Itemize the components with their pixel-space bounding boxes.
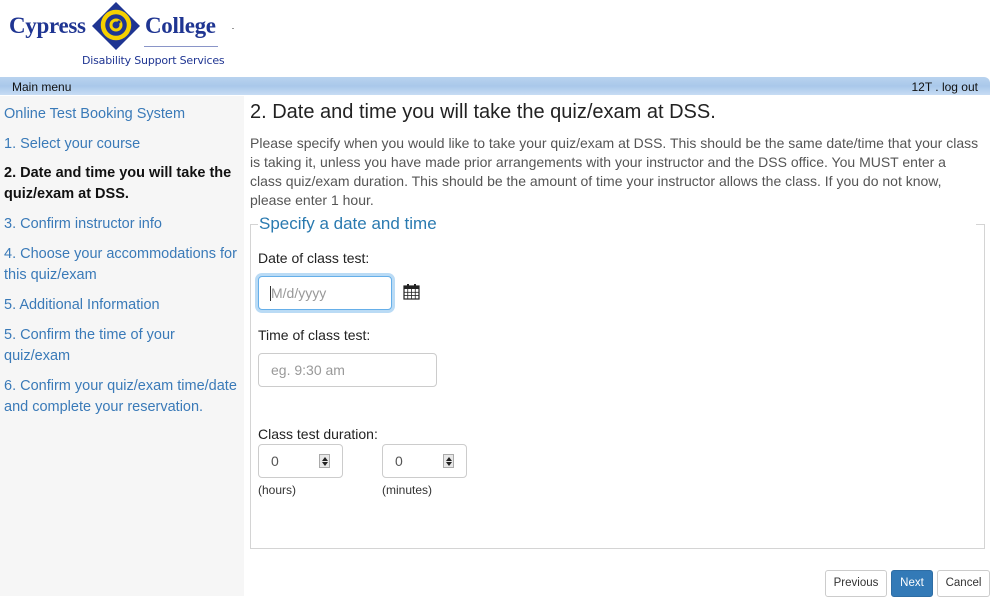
logo-word-cypress: Cypress <box>9 13 86 38</box>
logo-subtitle: Disability Support Services <box>82 54 225 67</box>
logo-divider <box>144 46 218 47</box>
fieldset-border <box>976 224 985 225</box>
cancel-button[interactable]: Cancel <box>937 570 990 597</box>
previous-button[interactable]: Previous <box>825 570 887 597</box>
hours-unit-label: (hours) <box>258 483 297 497</box>
sidebar-item-confirm-instructor[interactable]: 3. Confirm instructor info <box>4 214 240 235</box>
sidebar-item-accommodations[interactable]: 4. Choose your accommodations for this q… <box>4 244 240 286</box>
sidebar-nav: Online Test Booking System 1. Select you… <box>0 96 244 596</box>
fieldset-legend: Specify a date and time <box>258 214 438 234</box>
date-input[interactable]: M/d/yyyy <box>258 276 392 310</box>
sidebar-item-confirm-time[interactable]: 5. Confirm the time of your quiz/exam <box>4 325 240 367</box>
calendar-icon[interactable] <box>403 283 420 300</box>
date-input-placeholder: M/d/yyyy <box>271 285 327 301</box>
time-label: Time of class test: <box>258 327 371 343</box>
main-menu-link[interactable]: Main menu <box>12 80 71 94</box>
duration-minutes-value: 0 <box>395 453 403 469</box>
time-input[interactable]: eg. 9:30 am <box>258 353 437 387</box>
user-logout-link[interactable]: 12T . log out <box>912 80 979 94</box>
instructions-text: Please specify when you would like to ta… <box>250 135 979 208</box>
minutes-spinner-icon[interactable] <box>443 454 454 468</box>
duration-hours-input[interactable]: 0 <box>258 444 343 478</box>
college-logo: Cypress College Disability Support Servi… <box>8 0 238 72</box>
college-emblem-icon <box>92 2 140 50</box>
sidebar-item-select-course[interactable]: 1. Select your course <box>4 134 240 155</box>
sidebar-item-additional-info[interactable]: 5. Additional Information <box>4 295 240 316</box>
next-button[interactable]: Next <box>891 570 933 597</box>
menu-bar: Main menu 12T . log out <box>0 77 990 95</box>
duration-hours-value: 0 <box>271 453 279 469</box>
duration-label: Class test duration: <box>258 426 378 442</box>
hours-spinner-icon[interactable] <box>319 454 330 468</box>
fieldset-border <box>250 224 258 225</box>
date-label: Date of class test: <box>258 250 370 266</box>
decorative-dot <box>232 28 234 29</box>
page-header: Cypress College Disability Support Servi… <box>0 0 992 76</box>
logo-word-college: College <box>145 13 216 38</box>
page-title: 2. Date and time you will take the quiz/… <box>250 101 716 123</box>
sidebar-item-complete-reservation[interactable]: 6. Confirm your quiz/exam time/date and … <box>4 376 240 418</box>
sidebar-item-home[interactable]: Online Test Booking System <box>4 104 240 125</box>
sidebar-item-date-time[interactable]: 2. Date and time you will take the quiz/… <box>4 163 240 205</box>
minutes-unit-label: (minutes) <box>382 483 433 497</box>
duration-minutes-input[interactable]: 0 <box>382 444 467 478</box>
time-input-placeholder: eg. 9:30 am <box>271 362 345 378</box>
text-cursor <box>270 286 271 301</box>
